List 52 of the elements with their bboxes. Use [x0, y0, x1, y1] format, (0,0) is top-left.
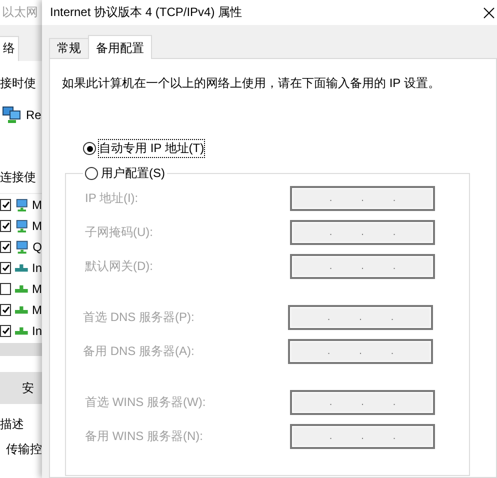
window-title: Internet 协议版本 4 (TCP/IPv4) 属性	[50, 4, 242, 21]
field-label: 默认网关(D):	[85, 258, 153, 275]
item-label[interactable]: M	[32, 302, 42, 316]
ip-address-field[interactable]: . . .	[290, 424, 435, 449]
tab[interactable]: 络	[0, 36, 19, 61]
network-protocol-icon	[15, 306, 28, 314]
intro-text: 如果此计算机在一个以上的网络上使用，请在下面输入备用的 IP 设置。	[62, 75, 441, 92]
field-label: 首选 DNS 服务器(P):	[83, 309, 194, 326]
checkbox[interactable]	[0, 324, 12, 336]
radio-button[interactable]: 用户配置(S)	[83, 165, 167, 182]
description-text: 传输控	[6, 441, 42, 458]
ip-address-field[interactable]: . . .	[290, 220, 435, 245]
close-icon[interactable]	[483, 6, 495, 18]
computer-icon	[15, 240, 29, 254]
tab[interactable]: 备用配置	[88, 35, 152, 59]
items-label: 连接使	[0, 169, 37, 186]
tab[interactable]: 常规	[49, 38, 89, 58]
ip-address-field[interactable]: . . .	[288, 305, 433, 330]
install-button[interactable]: 安	[0, 372, 42, 404]
adapter-name: Re	[26, 108, 42, 122]
item-label[interactable]: M	[32, 198, 42, 212]
item-label[interactable]: Q	[32, 240, 42, 254]
window-title: 以太网	[1, 4, 39, 21]
item-label[interactable]: In	[32, 324, 42, 338]
radio-button[interactable]: 自动专用 IP 地址(T)	[81, 140, 206, 157]
checkbox[interactable]	[0, 220, 12, 232]
checkbox[interactable]	[0, 198, 12, 210]
network-adapter-icon	[2, 106, 22, 124]
network-protocol-icon	[15, 284, 28, 292]
checkbox[interactable]	[0, 282, 12, 294]
checkbox[interactable]	[0, 262, 12, 274]
ip-address-field[interactable]: . . .	[290, 254, 435, 279]
checkbox[interactable]	[0, 304, 12, 316]
description-heading: 描述	[0, 416, 25, 433]
ip-address-field[interactable]: . . .	[288, 339, 433, 364]
network-protocol-icon	[15, 326, 28, 334]
horizontal-scrollbar[interactable]	[0, 343, 42, 356]
field-label: IP 地址(I):	[85, 190, 138, 207]
computer-icon	[15, 198, 28, 212]
field-label: 首选 WINS 服务器(W):	[85, 394, 206, 411]
item-label[interactable]: M	[32, 218, 42, 232]
connect-label: 接时使	[0, 75, 37, 92]
checkbox[interactable]	[0, 240, 12, 252]
network-protocol-icon	[15, 264, 28, 272]
field-label: 备用 DNS 服务器(A):	[83, 343, 194, 360]
field-label: 子网掩码(U):	[85, 224, 153, 241]
item-label[interactable]: In	[32, 260, 42, 274]
ip-address-field[interactable]: . . .	[290, 390, 435, 415]
item-label[interactable]: M	[32, 282, 42, 296]
ip-address-field[interactable]: . . .	[290, 186, 435, 211]
computer-icon	[15, 218, 28, 232]
field-label: 备用 WINS 服务器(N):	[85, 428, 203, 445]
